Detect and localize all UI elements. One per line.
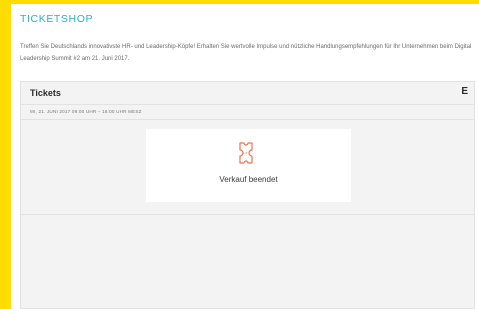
page-title: TICKETSHOP [20, 13, 94, 25]
sale-status-card: Verkauf beendet [146, 129, 351, 202]
event-area: Verkauf beendet [21, 120, 474, 215]
sale-status-text: Verkauf beendet [219, 175, 278, 184]
ticket-widget: Tickets E MI, 21. JUNI 2017 09:00 UHR – … [20, 81, 475, 309]
event-date-row: MI, 21. JUNI 2017 09:00 UHR – 18:00 UHR … [21, 105, 474, 120]
intro-text: Treffen Sie Deutschlands innovativste HR… [20, 44, 472, 62]
widget-title: Tickets [30, 88, 61, 98]
event-date: MI, 21. JUNI 2017 09:00 UHR – 18:00 UHR … [30, 109, 142, 114]
ticket-icon [239, 142, 253, 164]
language-switch[interactable]: E [461, 86, 468, 97]
ticketshop-page: TICKETSHOP Treffen Sie Deutschlands inno… [11, 4, 479, 309]
widget-header: Tickets E [21, 82, 474, 105]
